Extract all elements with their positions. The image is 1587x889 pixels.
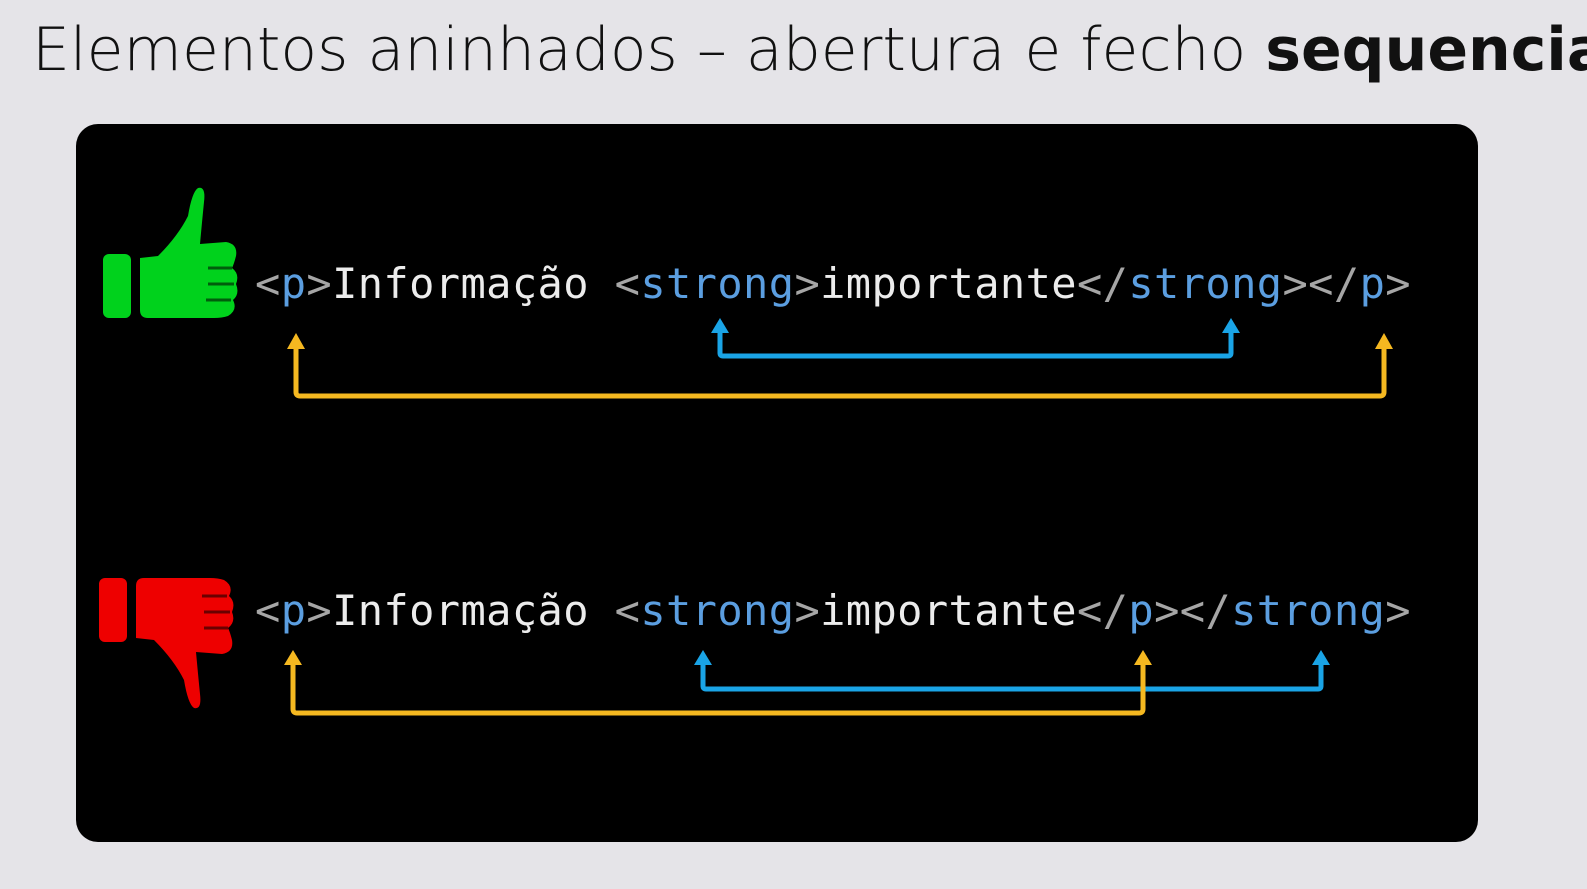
correct-strong-open-arrow (711, 318, 729, 333)
incorrect-strong-bracket (700, 665, 1324, 692)
correct-strong-close-arrow (1222, 318, 1240, 333)
incorrect-p-close-arrow (1134, 650, 1152, 665)
incorrect-strong-close-arrow (1312, 650, 1330, 665)
incorrect-strong-open-arrow (694, 650, 712, 665)
correct-p-close-arrow (1375, 333, 1393, 349)
incorrect-p-open-arrow (284, 650, 302, 665)
nesting-brackets (284, 318, 1393, 716)
correct-strong-bracket (717, 330, 1234, 359)
correct-p-open-arrow (287, 333, 305, 349)
